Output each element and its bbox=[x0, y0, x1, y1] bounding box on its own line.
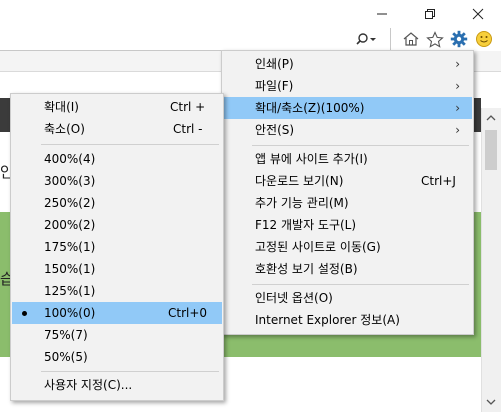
scroll-down-button[interactable] bbox=[481, 392, 501, 412]
menu-item-zoom-100[interactable]: 100%(0) Ctrl+0 bbox=[12, 302, 222, 324]
menu-item-label: 호환성 보기 설정(B) bbox=[255, 262, 358, 276]
menu-item-add-site-to-apps[interactable]: 앱 뷰에 사이트 추가(I) bbox=[223, 148, 472, 170]
close-button[interactable] bbox=[455, 0, 501, 28]
menu-item-internet-options[interactable]: 인터넷 옵션(O) bbox=[223, 287, 472, 309]
menu-item-print[interactable]: 인쇄(P) › bbox=[223, 53, 472, 75]
menu-item-label: 300%(3) bbox=[44, 174, 96, 188]
menu-item-zoom-out[interactable]: 축소(O) Ctrl - bbox=[12, 118, 222, 140]
home-icon bbox=[403, 32, 419, 46]
smiley-icon bbox=[476, 31, 492, 47]
menu-item-label: 사용자 지정(C)... bbox=[44, 378, 133, 392]
menu-item-shortcut: Ctrl + bbox=[170, 100, 206, 114]
gear-icon bbox=[450, 30, 468, 48]
menu-item-label: 150%(1) bbox=[44, 262, 96, 276]
menu-separator bbox=[41, 144, 219, 145]
menu-item-file[interactable]: 파일(F) › bbox=[223, 75, 472, 97]
chevron-up-icon bbox=[486, 115, 496, 121]
menu-item-label: 175%(1) bbox=[44, 240, 96, 254]
menu-item-label: 50%(5) bbox=[44, 350, 88, 364]
menu-item-label: Internet Explorer 정보(A) bbox=[255, 313, 400, 327]
menu-item-zoom[interactable]: 확대/축소(Z)(100%) › bbox=[223, 97, 472, 119]
menu-item-label: 확대/축소(Z)(100%) bbox=[255, 101, 365, 115]
menu-item-safety[interactable]: 안전(S) › bbox=[223, 119, 472, 141]
menu-separator bbox=[252, 145, 469, 146]
menu-item-label: 파일(F) bbox=[255, 79, 294, 93]
menu-item-compatibility-view-settings[interactable]: 호환성 보기 설정(B) bbox=[223, 258, 472, 280]
favorites-button[interactable] bbox=[424, 28, 446, 50]
scroll-thumb[interactable] bbox=[485, 130, 497, 170]
tools-menu: 인쇄(P) › 파일(F) › 확대/축소(Z)(100%) › 안전(S) ›… bbox=[221, 50, 474, 335]
menu-item-label: 125%(1) bbox=[44, 284, 96, 298]
zoom-submenu: 확대(I) Ctrl + 축소(O) Ctrl - 400%(4) 300%(3… bbox=[10, 93, 224, 401]
tools-button[interactable] bbox=[448, 28, 470, 50]
menu-item-zoom-250[interactable]: 250%(2) bbox=[12, 192, 222, 214]
menu-item-label: 축소(O) bbox=[44, 122, 85, 136]
minimize-button[interactable] bbox=[359, 0, 405, 28]
menu-separator bbox=[252, 284, 469, 285]
menu-item-zoom-125[interactable]: 125%(1) bbox=[12, 280, 222, 302]
menu-item-zoom-200[interactable]: 200%(2) bbox=[12, 214, 222, 236]
menu-item-label: 100%(0) bbox=[44, 306, 96, 320]
menu-item-label: 250%(2) bbox=[44, 196, 96, 210]
menu-item-label: 인터넷 옵션(O) bbox=[255, 291, 333, 305]
menu-item-manage-addons[interactable]: 추가 기능 관리(M) bbox=[223, 192, 472, 214]
menu-item-zoom-300[interactable]: 300%(3) bbox=[12, 170, 222, 192]
search-icon bbox=[356, 33, 376, 45]
menu-item-label: 고정된 사이트로 이동(G) bbox=[255, 240, 381, 254]
menu-item-zoom-150[interactable]: 150%(1) bbox=[12, 258, 222, 280]
menu-item-zoom-75[interactable]: 75%(7) bbox=[12, 324, 222, 346]
menu-item-zoom-custom[interactable]: 사용자 지정(C)... bbox=[12, 374, 222, 396]
menu-item-label: 200%(2) bbox=[44, 218, 96, 232]
star-icon bbox=[426, 30, 444, 48]
menu-item-zoom-50[interactable]: 50%(5) bbox=[12, 346, 222, 368]
search-dropdown-button[interactable] bbox=[352, 28, 380, 50]
menu-item-about-ie[interactable]: Internet Explorer 정보(A) bbox=[223, 309, 472, 331]
submenu-arrow-icon: › bbox=[455, 79, 460, 93]
menu-item-label: 확대(I) bbox=[44, 100, 79, 114]
menu-item-label: 다운로드 보기(N) bbox=[255, 174, 344, 188]
chevron-down-icon bbox=[486, 399, 496, 405]
selected-bullet-icon bbox=[22, 311, 27, 316]
menu-item-label: 400%(4) bbox=[44, 152, 96, 166]
menu-item-label: F12 개발자 도구(L) bbox=[255, 218, 357, 232]
menu-item-zoom-400[interactable]: 400%(4) bbox=[12, 148, 222, 170]
menu-item-shortcut: Ctrl - bbox=[173, 122, 203, 136]
submenu-arrow-icon: › bbox=[455, 57, 460, 71]
menu-item-label: 앱 뷰에 사이트 추가(I) bbox=[255, 152, 368, 166]
scroll-up-button[interactable] bbox=[481, 108, 501, 128]
menu-item-label: 추가 기능 관리(M) bbox=[255, 196, 349, 210]
menu-item-zoom-in[interactable]: 확대(I) Ctrl + bbox=[12, 96, 222, 118]
menu-item-view-downloads[interactable]: 다운로드 보기(N) Ctrl+J bbox=[223, 170, 472, 192]
minimize-icon bbox=[377, 13, 387, 15]
restore-icon bbox=[425, 9, 435, 19]
address-bar[interactable] bbox=[0, 28, 391, 51]
submenu-arrow-icon: › bbox=[455, 101, 460, 115]
menu-item-label: 75%(7) bbox=[44, 328, 88, 342]
feedback-button[interactable] bbox=[472, 28, 496, 50]
menu-item-shortcut: Ctrl+J bbox=[421, 174, 456, 188]
menu-item-label: 안전(S) bbox=[255, 123, 295, 137]
menu-item-zoom-175[interactable]: 175%(1) bbox=[12, 236, 222, 258]
submenu-arrow-icon: › bbox=[455, 123, 460, 137]
menu-item-label: 인쇄(P) bbox=[255, 57, 294, 71]
home-button[interactable] bbox=[400, 28, 422, 50]
close-icon bbox=[472, 8, 484, 20]
menu-separator bbox=[41, 371, 219, 372]
menu-item-go-to-pinned-sites[interactable]: 고정된 사이트로 이동(G) bbox=[223, 236, 472, 258]
menu-item-shortcut: Ctrl+0 bbox=[168, 306, 208, 320]
restore-button[interactable] bbox=[407, 0, 453, 28]
menu-item-developer-tools[interactable]: F12 개발자 도구(L) bbox=[223, 214, 472, 236]
